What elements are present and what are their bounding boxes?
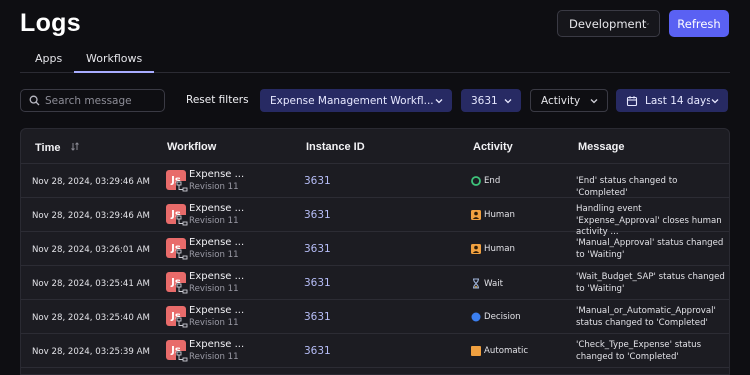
tab-bar: Apps Workflows — [20, 48, 730, 73]
chevron-down-icon — [711, 98, 719, 103]
tab-apps[interactable]: Apps — [35, 52, 62, 73]
row-workflow-name: Expense ... — [189, 305, 245, 316]
workflow-filter[interactable]: Expense Management Workfl... — [260, 89, 452, 112]
row-activity: Decision — [471, 312, 521, 322]
search-icon — [29, 95, 40, 106]
environment-select[interactable]: Development — [557, 10, 660, 37]
row-message: 'Check_Type_Expense' status changed to '… — [576, 340, 702, 362]
hourglass-icon — [473, 278, 479, 289]
row-workflow[interactable]: Js Expense ... Revision 11 — [166, 339, 296, 364]
decision-circle-icon — [471, 312, 481, 322]
table-header: Time Workflow Instance ID Activity Messa… — [21, 129, 729, 164]
row-workflow[interactable]: Js Expense ... Revision 11 — [166, 169, 296, 194]
date-range-value: Last 14 days — [645, 94, 710, 107]
row-workflow[interactable]: Js Expense ... Revision 11 — [166, 305, 296, 330]
row-workflow-name: Expense ... — [189, 203, 245, 214]
page-title: Logs — [20, 9, 81, 37]
row-workflow-revision: Revision 11 — [189, 284, 239, 294]
environment-select-value: Development — [569, 16, 647, 31]
workflow-filter-value: Expense Management Workfl... — [270, 94, 434, 107]
chevron-down-icon — [435, 98, 443, 103]
row-activity: Automatic — [471, 346, 528, 356]
row-workflow-revision: Revision 11 — [189, 352, 239, 362]
row-message: 'End' status changed to 'Completed' — [576, 176, 678, 198]
column-header-time-label: Time — [35, 142, 61, 154]
row-instance-link[interactable]: 3631 — [304, 345, 331, 357]
row-workflow-name: Expense ... — [189, 271, 245, 282]
table-row[interactable]: Nov 28, 2024, 03:29:46 AM Js Expense ...… — [21, 164, 729, 198]
row-workflow-name: Expense ... — [189, 169, 245, 180]
activity-filter[interactable]: Activity — [530, 89, 608, 112]
date-range-filter[interactable]: Last 14 days — [616, 89, 728, 112]
person-icon — [471, 210, 481, 220]
row-workflow-name: Expense ... — [189, 237, 245, 248]
table-row[interactable]: Nov 28, 2024, 03:26:01 AM Js Expense ...… — [21, 232, 729, 266]
workflow-diagram-icon — [176, 283, 188, 294]
table-row[interactable]: Nov 28, 2024, 03:29:46 AM Js Expense ...… — [21, 198, 729, 237]
row-time: Nov 28, 2024, 03:25:40 AM — [32, 313, 150, 323]
instance-filter-value: 3631 — [471, 94, 498, 107]
row-workflow-name: Expense ... — [189, 339, 245, 350]
chevron-down-icon — [590, 98, 598, 103]
row-activity-label: Decision — [484, 312, 521, 322]
row-activity-label: Automatic — [484, 346, 529, 356]
table-row[interactable]: Nov 28, 2024, 03:25:41 AM Js Expense ...… — [21, 266, 729, 300]
column-header-activity: Activity — [473, 141, 513, 153]
row-activity-label: Wait — [484, 278, 503, 289]
row-time: Nov 28, 2024, 03:29:46 AM — [32, 177, 150, 187]
row-time: Nov 28, 2024, 03:26:01 AM — [32, 245, 150, 255]
row-workflow-revision: Revision 11 — [189, 182, 239, 192]
table-row[interactable]: Nov 28, 2024, 03:25:40 AM Js Expense ...… — [21, 300, 729, 334]
column-header-message: Message — [578, 141, 625, 153]
row-time: Nov 28, 2024, 03:29:46 AM — [32, 211, 150, 221]
activity-filter-value: Activity — [541, 94, 581, 107]
column-header-instance: Instance ID — [306, 141, 365, 153]
row-activity: Human — [471, 210, 515, 220]
chevron-down-icon — [646, 22, 650, 25]
row-activity-label: Human — [484, 244, 515, 254]
workflow-diagram-icon — [176, 215, 188, 226]
column-header-time[interactable]: Time — [35, 142, 80, 154]
row-time: Nov 28, 2024, 03:25:41 AM — [32, 279, 150, 289]
table-row[interactable]: Nov 28, 2024, 03:25:39 AM Js Expense ...… — [21, 334, 729, 368]
row-instance-link[interactable]: 3631 — [304, 311, 331, 323]
end-circle-icon — [471, 176, 481, 186]
workflow-diagram-icon — [176, 181, 188, 192]
row-instance-link[interactable]: 3631 — [304, 175, 331, 187]
sort-icon[interactable] — [70, 142, 80, 151]
row-workflow-revision: Revision 11 — [189, 250, 239, 260]
search-input[interactable] — [45, 94, 155, 107]
tab-workflows[interactable]: Workflows — [74, 52, 155, 73]
search-box[interactable] — [20, 89, 165, 112]
row-instance-link[interactable]: 3631 — [304, 243, 331, 255]
instance-filter[interactable]: 3631 — [461, 89, 521, 112]
workflow-diagram-icon — [176, 351, 188, 362]
chevron-down-icon — [504, 98, 512, 103]
column-header-workflow: Workflow — [167, 141, 217, 153]
row-workflow-revision: Revision 11 — [189, 216, 239, 226]
row-workflow[interactable]: Js Expense ... Revision 11 — [166, 203, 296, 228]
person-icon — [471, 244, 481, 254]
row-workflow-revision: Revision 11 — [189, 318, 239, 328]
workflow-diagram-icon — [176, 317, 188, 328]
workflow-diagram-icon — [176, 249, 188, 260]
row-instance-link[interactable]: 3631 — [304, 209, 331, 221]
automatic-square-icon — [471, 346, 481, 356]
row-activity: Human — [471, 244, 515, 254]
calendar-icon — [626, 95, 638, 106]
row-instance-link[interactable]: 3631 — [304, 277, 331, 289]
row-time: Nov 28, 2024, 03:25:39 AM — [32, 347, 150, 357]
row-workflow[interactable]: Js Expense ... Revision 11 — [166, 271, 296, 296]
logs-table: Time Workflow Instance ID Activity Messa… — [20, 128, 730, 375]
row-message: 'Manual_Approval' status changed to 'Wai… — [576, 238, 724, 260]
refresh-button[interactable]: Refresh — [669, 10, 729, 37]
row-workflow[interactable]: Js Expense ... Revision 11 — [166, 237, 296, 262]
reset-filters-button[interactable]: Reset filters — [186, 94, 249, 106]
row-message: 'Wait_Budget_SAP' status changed to 'Wai… — [576, 272, 725, 294]
row-activity: Wait — [471, 278, 503, 289]
row-activity: End — [471, 176, 500, 186]
row-activity-label: Human — [484, 210, 515, 220]
row-message: 'Manual_or_Automatic_Approval' status ch… — [576, 306, 716, 328]
row-activity-label: End — [484, 176, 501, 186]
